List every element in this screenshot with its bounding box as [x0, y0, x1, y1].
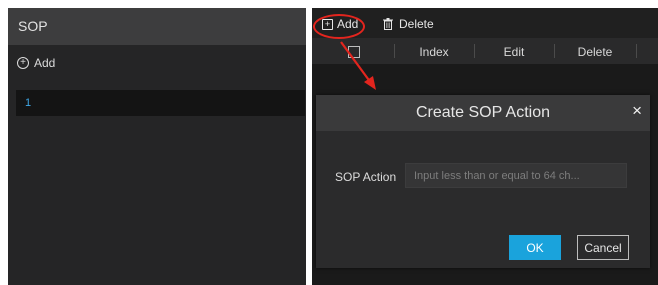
column-divider: [636, 44, 637, 58]
column-header-index: Index: [419, 45, 449, 59]
trash-icon: [383, 18, 393, 30]
sop-list-item-label: 1: [25, 97, 32, 109]
column-header-edit: Edit: [503, 45, 525, 59]
dialog-header: Create SOP Action ×: [316, 95, 650, 131]
toolbar-add-label: Add: [337, 17, 359, 31]
sop-add-button[interactable]: + Add: [17, 56, 55, 70]
action-toolbar: + Add Delete: [312, 8, 658, 38]
sop-list-item[interactable]: 1: [16, 90, 305, 116]
dialog-title: Create SOP Action: [416, 104, 550, 121]
toolbar-delete-button[interactable]: Delete: [382, 17, 434, 31]
app-canvas: SOP + Add 1 + Add Delete Index Edit Dele…: [0, 0, 658, 285]
sop-panel-header: SOP: [8, 8, 306, 45]
close-icon[interactable]: ×: [632, 101, 642, 121]
plus-circle-icon: +: [17, 57, 29, 69]
sop-action-label: SOP Action: [335, 170, 397, 184]
column-header-delete: Delete: [577, 45, 613, 59]
sop-action-input[interactable]: [405, 163, 627, 188]
create-sop-action-dialog: Create SOP Action × SOP Action OK Cancel: [316, 95, 650, 268]
cancel-button[interactable]: Cancel: [577, 235, 629, 260]
sop-list-panel: SOP + Add 1: [8, 8, 306, 285]
toolbar-delete-label: Delete: [399, 17, 434, 31]
ok-button[interactable]: OK: [509, 235, 561, 260]
sop-add-label: Add: [34, 56, 56, 70]
select-all-checkbox[interactable]: [348, 46, 360, 58]
toolbar-add-button[interactable]: + Add: [322, 17, 358, 31]
sop-panel-title: SOP: [18, 18, 48, 34]
table-header: Index Edit Delete: [312, 38, 658, 64]
plus-square-icon: +: [322, 18, 333, 30]
